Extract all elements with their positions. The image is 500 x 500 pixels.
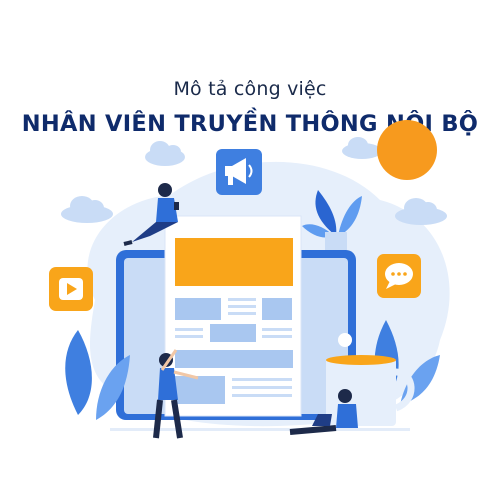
cloud-icon xyxy=(61,196,113,223)
play-icon xyxy=(49,267,93,311)
sun-icon xyxy=(377,120,437,180)
illustration xyxy=(49,120,450,439)
cloud-icon xyxy=(395,198,447,225)
megaphone-icon xyxy=(216,149,262,195)
cloud-icon xyxy=(342,137,382,159)
cloud-icon xyxy=(145,141,185,166)
chat-bubble-icon xyxy=(377,254,421,298)
document xyxy=(164,215,302,417)
